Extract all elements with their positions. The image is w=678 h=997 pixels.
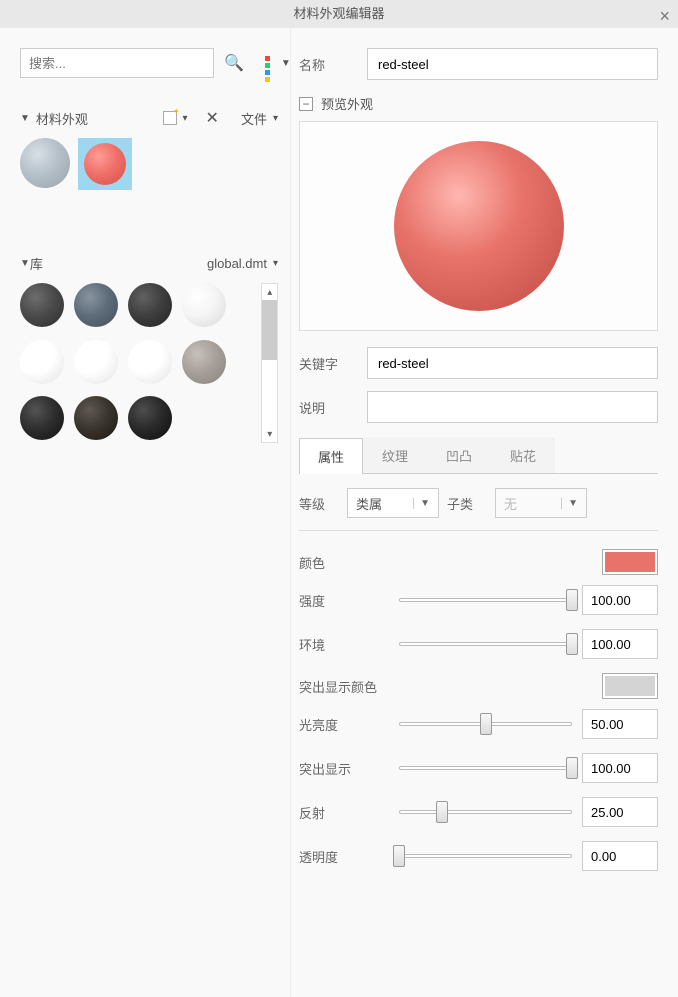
reflection-slider[interactable] (399, 802, 572, 822)
library-file-name: global.dmt (207, 256, 267, 271)
materials-section-header: ▼ 材料外观 ▾ ✕ 文件 ▾ (20, 108, 278, 128)
intensity-slider[interactable] (399, 590, 572, 610)
shininess-value[interactable] (582, 709, 658, 739)
shininess-slider[interactable] (399, 714, 572, 734)
tab-texture[interactable]: 纹理 (363, 437, 427, 473)
ambient-slider[interactable] (399, 634, 572, 654)
reflection-label: 反射 (299, 803, 389, 822)
library-swatch[interactable] (128, 396, 172, 440)
subclass-label: 子类 (447, 494, 487, 513)
highlight-color-label: 突出显示颜色 (299, 677, 389, 696)
subclass-select[interactable]: 无 ▼ (495, 488, 587, 518)
highlight-slider[interactable] (399, 758, 572, 778)
chevron-down-icon[interactable]: ▼ (20, 113, 30, 124)
intensity-value[interactable] (582, 585, 658, 615)
tab-decal[interactable]: 贴花 (491, 437, 555, 473)
transparency-value[interactable] (582, 841, 658, 871)
chevron-down-icon[interactable]: ▾ (183, 113, 188, 124)
materials-section-label: 材料外观 (36, 109, 88, 128)
scrollbar-thumb[interactable] (262, 300, 277, 360)
chevron-down-icon: ▼ (561, 498, 578, 509)
library-swatch[interactable] (74, 396, 118, 440)
description-label: 说明 (299, 398, 359, 417)
library-swatch[interactable] (182, 340, 226, 384)
highlight-label: 突出显示 (299, 759, 389, 778)
ambient-value[interactable] (582, 629, 658, 659)
chevron-down-icon[interactable]: ▾ (273, 113, 278, 124)
delete-icon[interactable]: ✕ (206, 108, 219, 128)
slider-thumb[interactable] (480, 713, 492, 735)
library-swatch[interactable] (128, 283, 172, 327)
slider-thumb[interactable] (566, 757, 578, 779)
highlight-color-swatch[interactable] (602, 673, 658, 699)
color-label: 颜色 (299, 553, 389, 572)
library-swatches (20, 283, 253, 443)
left-panel: 🔍 ▼ ▼ 材料外观 ▾ ✕ 文件 ▾ ▼ 库 (0, 28, 290, 997)
files-menu-label[interactable]: 文件 (241, 109, 267, 128)
library-swatch[interactable] (74, 283, 118, 327)
library-section-header: ▼ 库 global.dmt ▾ (20, 254, 278, 273)
scroll-up-icon[interactable]: ▴ (267, 284, 272, 300)
property-tabs: 属性纹理凹凸贴花 (299, 437, 658, 474)
preview-label: 预览外观 (321, 94, 373, 113)
material-swatch-selected[interactable] (78, 138, 132, 190)
grade-label: 等级 (299, 494, 339, 513)
preview-box (299, 121, 658, 331)
window-title: 材料外观编辑器 (293, 6, 384, 21)
new-material-icon[interactable] (163, 111, 177, 125)
intensity-label: 强度 (299, 591, 389, 610)
library-swatch[interactable] (74, 340, 118, 384)
title-bar: 材料外观编辑器 × (0, 0, 678, 28)
keywords-input[interactable] (367, 347, 658, 379)
keywords-label: 关键字 (299, 354, 359, 373)
library-section-label: 库 (30, 254, 43, 273)
color-swatch[interactable] (602, 549, 658, 575)
name-input[interactable] (367, 48, 658, 80)
slider-thumb[interactable] (436, 801, 448, 823)
transparency-label: 透明度 (299, 847, 389, 866)
description-input[interactable] (367, 391, 658, 423)
name-label: 名称 (299, 55, 359, 74)
material-swatch[interactable] (20, 138, 70, 188)
right-panel: 名称 − 预览外观 关键字 说明 属性纹理凹凸贴花 等级 类属 ▼ 子类 (290, 28, 678, 997)
library-scrollbar[interactable]: ▴ ▾ (261, 283, 278, 443)
library-swatch[interactable] (182, 283, 226, 327)
my-materials-swatches (20, 134, 278, 194)
grade-select[interactable]: 类属 ▼ (347, 488, 439, 518)
library-swatch[interactable] (20, 283, 64, 327)
reflection-value[interactable] (582, 797, 658, 827)
slider-thumb[interactable] (393, 845, 405, 867)
ambient-label: 环境 (299, 635, 389, 654)
tab-bump[interactable]: 凹凸 (427, 437, 491, 473)
chevron-down-icon[interactable]: ▼ (20, 258, 30, 269)
transparency-slider[interactable] (399, 846, 572, 866)
chevron-down-icon: ▼ (413, 498, 430, 509)
slider-thumb[interactable] (566, 633, 578, 655)
palette-filter-button[interactable] (264, 55, 271, 71)
search-input[interactable] (20, 48, 214, 78)
library-swatch[interactable] (128, 340, 172, 384)
slider-thumb[interactable] (566, 589, 578, 611)
chevron-down-icon[interactable]: ▾ (273, 258, 278, 269)
tab-attrs[interactable]: 属性 (299, 438, 363, 474)
shininess-label: 光亮度 (299, 715, 389, 734)
collapse-icon[interactable]: − (299, 97, 313, 111)
search-icon[interactable]: 🔍 (224, 53, 244, 73)
close-icon[interactable]: × (659, 2, 670, 30)
scroll-down-icon[interactable]: ▾ (267, 426, 272, 442)
highlight-value[interactable] (582, 753, 658, 783)
library-swatch[interactable] (20, 396, 64, 440)
library-swatch[interactable] (20, 340, 64, 384)
preview-sphere (394, 141, 564, 311)
